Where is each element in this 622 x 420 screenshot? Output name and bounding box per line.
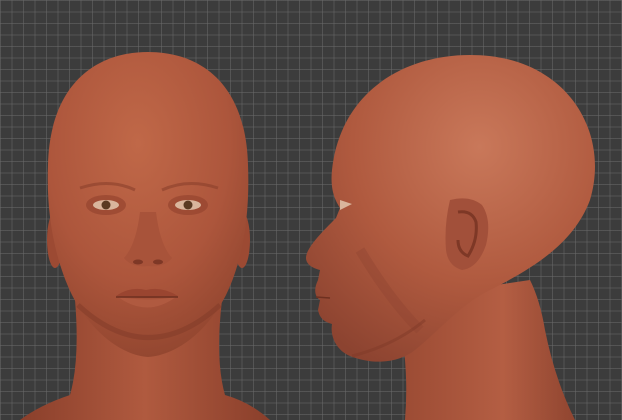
front-nostril-left [133,259,143,265]
front-nostril-right [153,259,163,265]
3d-viewport[interactable] [0,0,622,420]
front-left-iris [101,200,111,210]
side-mouth-line [315,296,331,299]
front-head-model[interactable] [20,52,270,420]
side-head-model[interactable] [306,55,595,420]
front-right-iris [183,200,193,210]
sculpt-render [20,52,595,420]
